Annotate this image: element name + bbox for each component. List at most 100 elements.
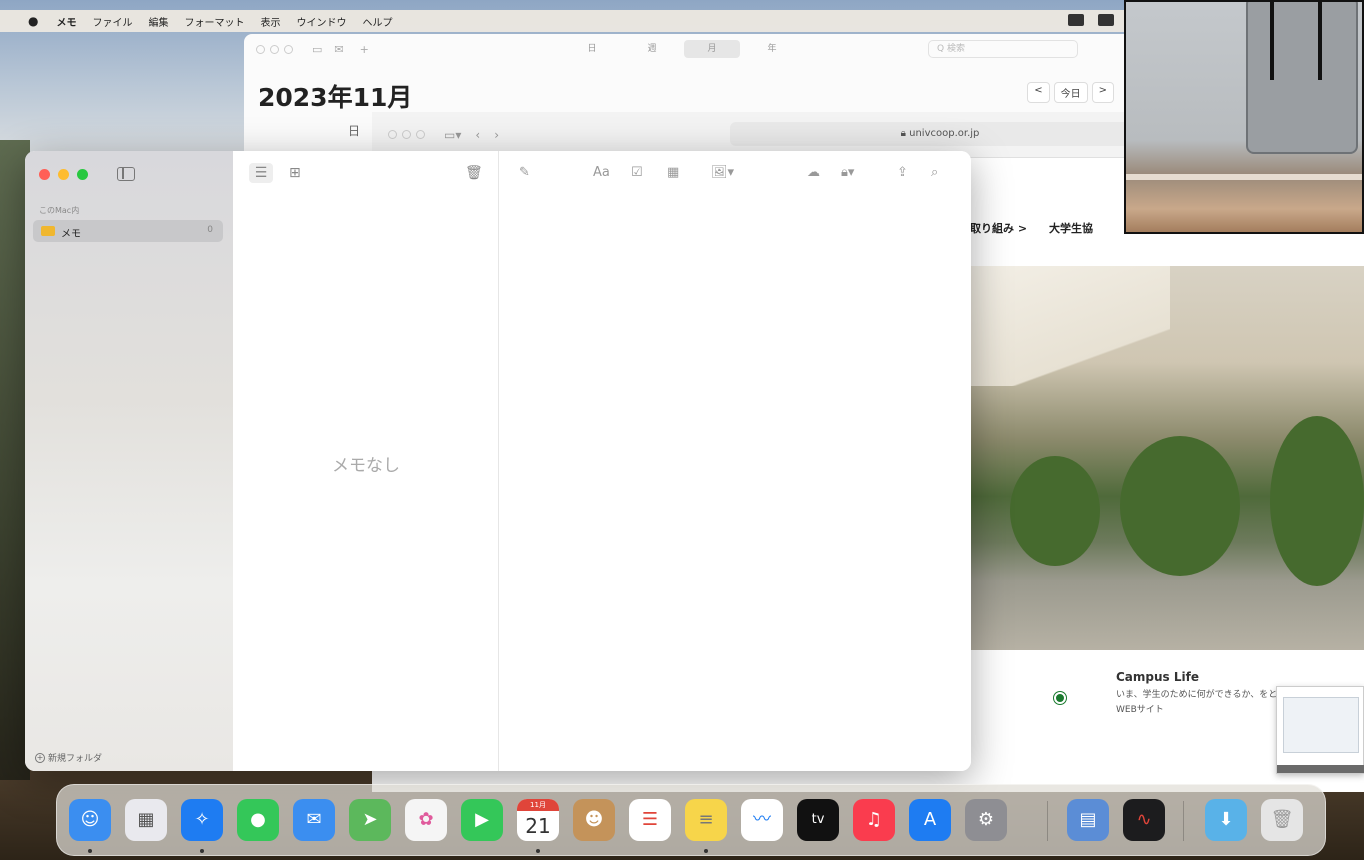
menu-window[interactable]: ウインドウ	[296, 14, 346, 29]
photo-tree	[1270, 416, 1364, 586]
sidebar-item-notes[interactable]: メモ 0	[33, 220, 223, 242]
calendar-sidebar-icon[interactable]: ▭	[312, 43, 322, 56]
overlay-photo	[1124, 0, 1364, 234]
folder-icon	[41, 226, 55, 236]
photo-panel	[1246, 2, 1358, 154]
calendar-icon[interactable]: 11月 21	[517, 799, 559, 841]
calendar-icon-month: 11月	[517, 799, 559, 811]
freeform-icon[interactable]: 〰	[741, 799, 783, 841]
dock-separator	[1047, 801, 1048, 841]
sidebar-section-on-my-mac: このMac内	[39, 206, 80, 215]
menu-edit[interactable]: 編集	[148, 14, 168, 29]
website-nav-coop[interactable]: 大学生協	[1049, 220, 1093, 236]
format-button[interactable]: Aa	[593, 165, 610, 180]
safari-address-bar[interactable]: 🔒︎ univcoop.or.jp	[730, 122, 1150, 146]
share-icon[interactable]: ⇪	[897, 165, 908, 180]
screen-mirroring-icon[interactable]	[1068, 14, 1084, 26]
safari-minimize-button[interactable]	[402, 130, 411, 139]
table-icon[interactable]: ▦	[667, 165, 679, 180]
calendar-minimize-button[interactable]	[270, 44, 279, 54]
thumbnail-dock	[1277, 765, 1364, 773]
gallery-view-icon[interactable]: ⊞	[289, 165, 301, 181]
plus-circle-icon: +	[35, 752, 45, 763]
settings-icon[interactable]: ⚙	[965, 799, 1007, 841]
safari-back-icon[interactable]: ‹	[475, 128, 480, 142]
downloads-folder-icon[interactable]: ⬇	[1205, 799, 1247, 841]
contacts-icon[interactable]: ☻	[573, 799, 615, 841]
lock-icon: 🔒︎	[900, 128, 910, 139]
lock-menu-icon[interactable]: 🔒︎▾	[841, 165, 854, 180]
calendar-search-input[interactable]: Q 検索	[928, 40, 1078, 58]
compose-icon[interactable]: ✎	[519, 165, 530, 180]
photo-tree	[1120, 436, 1240, 576]
new-event-button[interactable]: +	[360, 43, 369, 56]
safari-icon[interactable]: ✧	[181, 799, 223, 841]
calendar-day-header: 日	[348, 124, 361, 138]
voicememos-icon[interactable]: ∿	[1123, 799, 1165, 841]
notes-sidebar: このMac内 メモ 0 + 新規フォルダ	[25, 151, 233, 771]
safari-url-text: univcoop.or.jp	[909, 128, 980, 139]
close-button[interactable]	[39, 169, 50, 180]
apple-menu-icon[interactable]: ●	[28, 14, 38, 28]
mail-icon[interactable]: ✉	[293, 799, 335, 841]
finder-icon[interactable]: ☺	[69, 799, 111, 841]
menu-help[interactable]: ヘルプ	[362, 14, 392, 29]
input-source-icon[interactable]	[1098, 14, 1114, 26]
minimize-button[interactable]	[58, 169, 69, 180]
safari-forward-icon[interactable]: ›	[494, 128, 499, 142]
thumbnail-preview	[1283, 697, 1359, 753]
view-day-button[interactable]: 日	[564, 40, 620, 58]
trash-icon[interactable]: 🗑︎	[465, 165, 483, 181]
safari-zoom-button[interactable]	[416, 130, 425, 139]
menu-view[interactable]: 表示	[260, 14, 280, 29]
calendar-icon-day: 21	[525, 814, 551, 838]
calendar-prev-button[interactable]: <	[1027, 82, 1050, 103]
menu-format[interactable]: フォーマット	[184, 14, 244, 29]
menu-app-name[interactable]: メモ	[56, 14, 76, 29]
view-week-button[interactable]: 週	[624, 40, 680, 58]
dock-separator	[1183, 801, 1184, 841]
photo-awning	[970, 266, 1170, 386]
calendar-inbox-icon[interactable]: ✉	[334, 43, 343, 56]
checklist-icon[interactable]: ☑	[631, 165, 643, 180]
new-folder-label: 新規フォルダ	[48, 754, 103, 764]
view-month-button[interactable]: 月	[684, 40, 740, 58]
collaborate-icon[interactable]: ☁	[807, 165, 820, 180]
running-indicator	[200, 849, 204, 853]
safari-sidebar-icon[interactable]: ▭▾	[444, 128, 461, 142]
sidebar-toggle-icon[interactable]	[117, 167, 135, 181]
zoom-button[interactable]	[77, 169, 88, 180]
music-icon[interactable]: ♫	[853, 799, 895, 841]
view-year-button[interactable]: 年	[744, 40, 800, 58]
reminders-icon[interactable]: ☰	[629, 799, 671, 841]
notes-icon[interactable]: ≡	[685, 799, 727, 841]
calendar-today-button[interactable]: 今日	[1053, 82, 1088, 103]
running-indicator	[88, 849, 92, 853]
screenshot-thumbnail[interactable]	[1276, 686, 1364, 774]
photo-tree	[1010, 456, 1100, 566]
menu-file[interactable]: ファイル	[92, 14, 132, 29]
messages-icon[interactable]: ●	[237, 799, 279, 841]
appstore-icon[interactable]: A	[909, 799, 951, 841]
new-folder-button[interactable]: + 新規フォルダ	[35, 751, 102, 764]
calendar-next-button[interactable]: >	[1091, 82, 1114, 103]
photo-bar	[1270, 2, 1274, 80]
trash-dock-icon[interactable]: 🗑︎	[1261, 799, 1303, 841]
appletv-icon[interactable]: tv	[797, 799, 839, 841]
launchpad-icon[interactable]: ▦	[125, 799, 167, 841]
maps-icon[interactable]: ➤	[349, 799, 391, 841]
preview-icon[interactable]: ▤	[1067, 799, 1109, 841]
facetime-icon[interactable]: ▶	[461, 799, 503, 841]
calendar-close-button[interactable]	[256, 44, 265, 54]
note-editor[interactable]: ✎ Aa ☑ ▦ 🖼︎▾ ☁ 🔒︎▾ ⇪ ⌕	[499, 151, 971, 771]
photos-icon[interactable]: ✿	[405, 799, 447, 841]
safari-close-button[interactable]	[388, 130, 397, 139]
search-icon[interactable]: ⌕	[931, 165, 938, 180]
media-icon[interactable]: 🖼︎▾	[711, 165, 734, 180]
website-nav-initiatives[interactable]: 取り組み >	[970, 220, 1027, 236]
list-view-icon[interactable]: ☰	[249, 163, 273, 183]
calendar-zoom-button[interactable]	[284, 44, 293, 54]
empty-notes-label: メモなし	[332, 456, 400, 476]
play-icon[interactable]	[1054, 692, 1066, 704]
campus-photo	[970, 266, 1364, 650]
